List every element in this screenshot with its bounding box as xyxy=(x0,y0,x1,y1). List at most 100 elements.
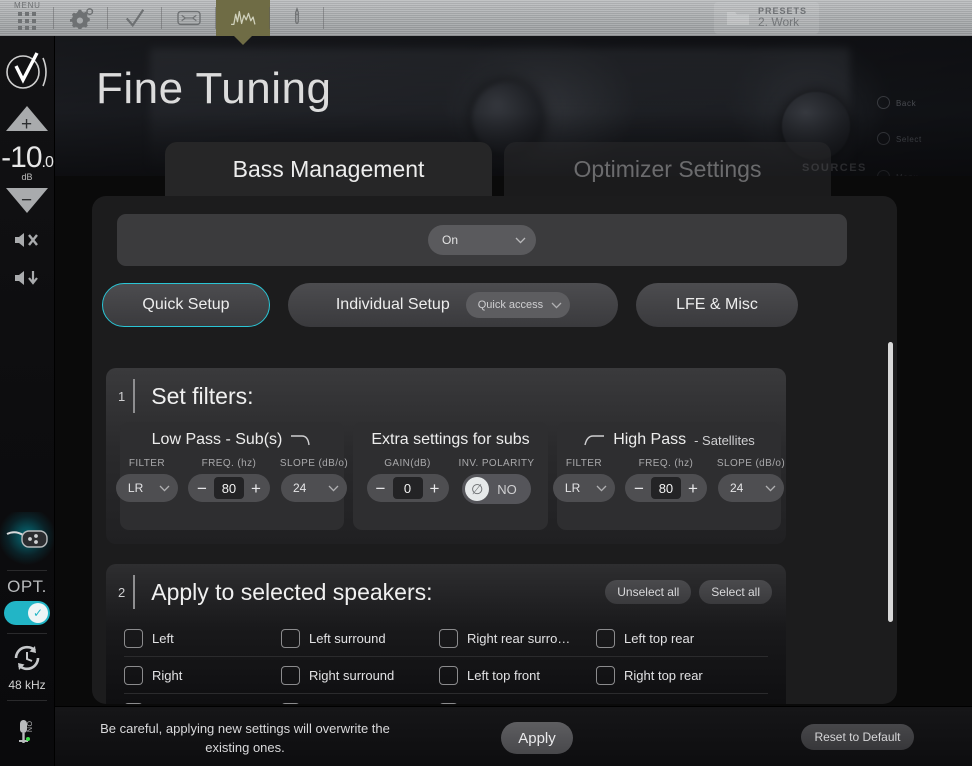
speaker-label: Right xyxy=(152,667,183,683)
speaker-item[interactable]: Left xyxy=(124,628,281,648)
high-pass-freq-value[interactable]: 80 xyxy=(650,477,681,499)
speaker-label: Right top rear xyxy=(624,667,703,683)
toolbar-room-button[interactable] xyxy=(162,0,216,36)
low-pass-freq-stepper[interactable]: − 80 + xyxy=(187,474,270,502)
high-pass-freq-stepper[interactable]: − 80 + xyxy=(624,474,707,502)
speaker-checkbox[interactable] xyxy=(439,628,458,648)
toolbar-mic-button[interactable] xyxy=(270,0,324,36)
low-pass-freq-minus[interactable]: − xyxy=(194,480,210,497)
high-pass-filter-field: FILTER LR xyxy=(552,458,615,502)
folder-icon xyxy=(727,12,749,25)
high-pass-freq-minus[interactable]: − xyxy=(631,480,647,497)
speaker-down-icon[interactable] xyxy=(12,267,42,289)
high-pass-filter-value: LR xyxy=(564,481,581,495)
check-icon xyxy=(125,9,145,28)
high-pass-slope-label: SLOPE (dB/o) xyxy=(716,458,786,469)
volume-up-button[interactable]: + xyxy=(6,106,48,134)
select-all-button[interactable]: Select all xyxy=(699,580,772,604)
low-pass-slope-select[interactable]: 24 xyxy=(281,474,347,502)
speaker-item[interactable]: Left top rear xyxy=(596,628,756,648)
speaker-selection-actions: Unselect all Select all xyxy=(605,580,772,604)
speaker-item[interactable]: Left top front xyxy=(439,665,596,685)
high-pass-filter-select[interactable]: LR xyxy=(552,474,615,502)
panel-scrollbar-thumb[interactable] xyxy=(888,342,893,622)
speaker-checkbox[interactable] xyxy=(281,628,300,648)
unselect-all-button[interactable]: Unselect all xyxy=(605,580,692,604)
gain-value[interactable]: 0 xyxy=(392,477,423,499)
content-area: Bass Management Optimizer Settings SOURC… xyxy=(55,142,972,706)
speaker-checkbox[interactable] xyxy=(281,665,300,685)
quick-setup-label: Quick Setup xyxy=(142,296,230,313)
panel-scrollbar[interactable] xyxy=(888,342,893,622)
speaker-checkbox[interactable] xyxy=(439,665,458,685)
page-title: Fine Tuning xyxy=(96,64,332,113)
speaker-checkbox[interactable] xyxy=(124,665,143,685)
lfe-misc-label: LFE & Misc xyxy=(676,296,758,313)
toolbar-fine-tuning-button[interactable] xyxy=(216,0,270,45)
high-pass-slope-select[interactable]: 24 xyxy=(718,474,784,502)
warning-message: Be careful, applying new settings will o… xyxy=(100,721,390,755)
polarity-invert-icon: ∅ xyxy=(465,477,490,501)
inv-polarity-toggle[interactable]: ∅ NO xyxy=(462,474,531,504)
set-filters-title: Set filters: xyxy=(151,382,254,409)
speaker-label: Left top front xyxy=(467,667,540,683)
toolbar-settings-button[interactable] xyxy=(54,0,108,36)
speaker-item[interactable]: Right surround xyxy=(281,665,439,685)
filter-cards-row: Low Pass - Sub(s) FILTER LR FREQ. (hz) −… xyxy=(115,422,785,530)
individual-setup-label: Individual Setup xyxy=(335,296,450,313)
input-source-button[interactable] xyxy=(0,512,54,566)
speaker-item[interactable]: Right top rear xyxy=(596,665,756,685)
low-pass-slope-field: SLOPE (dB/o) 24 xyxy=(280,458,348,502)
gear-degree-icon xyxy=(70,8,94,29)
set-filters-section: 1 Set filters: Low Pass - Sub(s) FILTER … xyxy=(106,368,786,544)
tab-optimizer-settings[interactable]: Optimizer Settings xyxy=(504,142,831,196)
bass-management-select[interactable]: On xyxy=(428,225,536,255)
toolbar-calibration-button[interactable] xyxy=(108,0,162,36)
speaker-checkbox[interactable] xyxy=(596,628,615,648)
gain-label: GAIN(dB) xyxy=(384,458,431,469)
chevron-down-icon xyxy=(159,485,170,492)
low-pass-filter-select[interactable]: LR xyxy=(115,474,178,502)
high-pass-slope-field: SLOPE (dB/o) 24 xyxy=(717,458,785,502)
speaker-item[interactable]: Left rear surround xyxy=(281,702,439,704)
speaker-item[interactable]: Right rear surro… xyxy=(439,628,596,648)
apply-button[interactable]: Apply xyxy=(501,722,573,754)
speaker-checkbox[interactable] xyxy=(596,665,615,685)
speaker-item[interactable]: Left surround xyxy=(281,628,439,648)
high-pass-title: High Pass - Satellites xyxy=(557,422,781,458)
quick-setup-button[interactable]: Quick Setup xyxy=(102,283,270,327)
low-pass-freq-value[interactable]: 80 xyxy=(213,477,244,499)
reset-to-default-button[interactable]: Reset to Default xyxy=(801,724,914,750)
speaker-item[interactable]: Right top front xyxy=(439,702,596,704)
low-pass-freq-plus[interactable]: + xyxy=(248,480,264,497)
lfe-misc-button[interactable]: LFE & Misc xyxy=(636,283,798,327)
high-pass-freq-plus[interactable]: + xyxy=(685,480,701,497)
menu-grid-button[interactable] xyxy=(0,0,54,36)
tab-bass-management[interactable]: Bass Management xyxy=(165,142,492,196)
speaker-checkbox[interactable] xyxy=(124,702,143,704)
volume-down-button[interactable]: − xyxy=(6,188,48,213)
mic-status-label: ON xyxy=(25,721,32,733)
quick-access-select[interactable]: Quick access xyxy=(465,292,571,318)
presets-button[interactable]: PRESETS 2. Work xyxy=(714,2,820,34)
speaker-item[interactable]: Right xyxy=(124,665,281,685)
gain-stepper[interactable]: − 0 + xyxy=(366,474,449,502)
high-pass-curve-icon xyxy=(584,435,605,446)
gain-plus[interactable]: + xyxy=(427,480,443,497)
gain-minus[interactable]: − xyxy=(373,480,389,497)
speaker-item[interactable]: Center xyxy=(124,702,281,704)
high-pass-title-sub: - Satellites xyxy=(694,432,755,448)
speaker-mute-icon[interactable] xyxy=(12,229,42,251)
speaker-checkbox[interactable] xyxy=(124,628,143,648)
individual-setup-button[interactable]: Individual Setup Quick access xyxy=(288,283,618,327)
inv-polarity-value: NO xyxy=(497,481,517,497)
speaker-checkbox[interactable] xyxy=(439,702,458,704)
opt-toggle[interactable]: ✓ xyxy=(4,601,50,625)
high-pass-freq-field: FREQ. (hz) − 80 + xyxy=(624,458,707,502)
high-pass-title-label: High Pass xyxy=(613,431,687,448)
panel-clip: On Quick Setup Individual Setup Quick ac… xyxy=(92,196,897,704)
inv-polarity-label: INV. POLARITY xyxy=(458,458,535,469)
speaker-label: Left surround xyxy=(309,630,386,646)
top-toolbar: MENU PRESETS 2. Work xyxy=(0,0,972,45)
speaker-checkbox[interactable] xyxy=(281,702,300,704)
